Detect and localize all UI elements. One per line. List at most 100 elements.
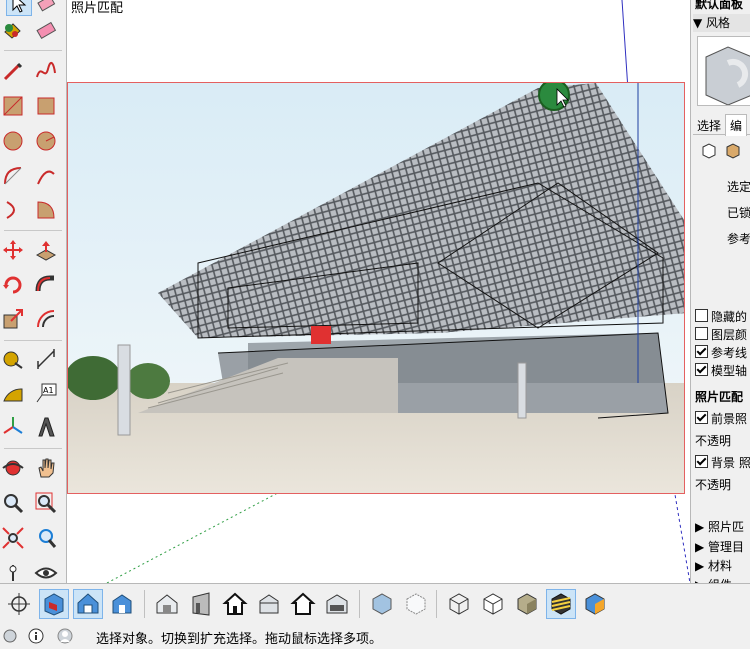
protractor-button[interactable] bbox=[0, 380, 26, 406]
xray-box-icon bbox=[372, 593, 392, 615]
tab-edit[interactable]: 编 bbox=[725, 114, 748, 136]
previous-view-button[interactable] bbox=[33, 525, 59, 551]
model-viewport[interactable]: 照片匹配 bbox=[67, 0, 690, 583]
user-account-icon[interactable] bbox=[57, 628, 73, 644]
dimension-tool-button[interactable] bbox=[33, 346, 59, 372]
pan-tool-button[interactable] bbox=[33, 455, 59, 481]
top-house-icon bbox=[77, 593, 99, 614]
guides-checkbox[interactable]: 参考线 bbox=[695, 344, 747, 361]
3d-text-button[interactable] bbox=[33, 414, 59, 440]
info-icon[interactable] bbox=[28, 628, 44, 644]
circle-tool-button[interactable] bbox=[0, 128, 26, 154]
eraser-icon bbox=[37, 0, 56, 12]
guides-label: 参考线 bbox=[711, 346, 748, 360]
collapsed-panel-outliner[interactable]: ▶ 管理目 bbox=[695, 538, 744, 555]
iso-view-button[interactable] bbox=[39, 589, 69, 619]
checkbox-unchecked[interactable] bbox=[695, 309, 708, 322]
collapsed-panel-photo-match[interactable]: ▶ 照片匹 bbox=[695, 518, 744, 535]
orbit-icon bbox=[2, 460, 24, 476]
back-edges-box-icon bbox=[406, 593, 426, 615]
freehand-tool-button[interactable] bbox=[33, 58, 59, 84]
entity-type-icons bbox=[701, 142, 745, 163]
axes-tool-button[interactable] bbox=[0, 414, 26, 440]
rotate-icon bbox=[3, 276, 22, 294]
collapsed-panel-components[interactable]: ▶ 组件 bbox=[695, 576, 732, 583]
scale-tool-button[interactable] bbox=[0, 306, 26, 332]
iso-outline-view-button[interactable] bbox=[152, 589, 182, 619]
camera-view-button[interactable] bbox=[4, 589, 34, 619]
rectangle-tool-button[interactable] bbox=[0, 93, 26, 119]
monochrome-style-button[interactable] bbox=[580, 589, 610, 619]
arc-icon bbox=[6, 201, 15, 219]
rotate-tool-button[interactable] bbox=[0, 272, 26, 298]
scale-icon bbox=[3, 309, 23, 329]
back-view-button[interactable] bbox=[254, 589, 284, 619]
shaded-textures-style-button[interactable] bbox=[546, 589, 576, 619]
tape-measure-button[interactable] bbox=[0, 346, 26, 372]
three-point-arc-button[interactable] bbox=[0, 197, 26, 223]
eraser-tool-button[interactable] bbox=[33, 0, 59, 16]
front-view-button[interactable] bbox=[107, 589, 137, 619]
hidden-line-style-button[interactable] bbox=[478, 589, 508, 619]
orbit-tool-button[interactable] bbox=[0, 455, 26, 481]
checkbox-checked[interactable] bbox=[695, 345, 708, 358]
checkbox-checked[interactable] bbox=[695, 455, 708, 468]
style-thumbnail[interactable] bbox=[697, 36, 750, 106]
xray-style-button[interactable] bbox=[367, 589, 397, 619]
crosshair-icon bbox=[8, 593, 30, 615]
arrow-cursor-icon bbox=[12, 0, 27, 13]
tab-select[interactable]: 选择 bbox=[693, 115, 725, 136]
hidden-geometry-label: 隐藏的 bbox=[711, 310, 748, 324]
arc-tool-button[interactable] bbox=[0, 163, 26, 189]
polygon-icon bbox=[36, 131, 56, 151]
zoom-window-button[interactable] bbox=[33, 490, 59, 516]
collapsed-panel-materials[interactable]: ▶ 材料 bbox=[695, 557, 732, 574]
foreground-photo-checkbox[interactable]: 前景照 bbox=[695, 410, 747, 427]
model-axes-checkbox[interactable]: 模型轴 bbox=[695, 362, 747, 379]
house-back-icon bbox=[259, 594, 279, 614]
previous-view-icon bbox=[39, 529, 57, 548]
collapsed-panel-label: 材料 bbox=[708, 559, 733, 573]
line-tool-button[interactable] bbox=[0, 58, 26, 84]
polygon-tool-button[interactable] bbox=[33, 128, 59, 154]
push-pull-button[interactable] bbox=[33, 237, 59, 263]
checkbox-checked[interactable] bbox=[695, 363, 708, 376]
rotated-rectangle-button[interactable] bbox=[33, 93, 59, 119]
wireframe-style-button[interactable] bbox=[444, 589, 474, 619]
top-view-button[interactable] bbox=[73, 589, 103, 619]
views-toolbar bbox=[0, 583, 750, 625]
move-icon bbox=[3, 240, 23, 260]
paint-bucket-button[interactable] bbox=[0, 17, 26, 43]
left-view-button[interactable] bbox=[288, 589, 318, 619]
right-view-button[interactable] bbox=[186, 589, 216, 619]
move-tool-button[interactable] bbox=[0, 237, 26, 263]
follow-me-button[interactable] bbox=[33, 272, 59, 298]
offset-icon bbox=[37, 310, 55, 328]
hidden-geometry-checkbox[interactable]: 隐藏的 bbox=[695, 308, 747, 325]
background-photo-checkbox[interactable]: 背景 照 bbox=[695, 454, 750, 471]
text-tool-button[interactable]: A1 bbox=[33, 380, 59, 406]
styles-panel-header[interactable]: ▼ 风格 bbox=[693, 14, 750, 32]
offset-tool-button[interactable] bbox=[33, 306, 59, 332]
checkbox-unchecked[interactable] bbox=[695, 327, 708, 340]
front-outline-view-button[interactable] bbox=[220, 589, 250, 619]
wireframe-box-icon bbox=[449, 593, 469, 615]
select-tool-button[interactable] bbox=[6, 0, 32, 16]
pie-tool-button[interactable] bbox=[33, 197, 59, 223]
shaded-style-button[interactable] bbox=[512, 589, 542, 619]
pie-icon bbox=[37, 201, 55, 219]
bottom-view-button[interactable] bbox=[322, 589, 352, 619]
eraser-tool-button-2[interactable] bbox=[33, 17, 59, 43]
layer-color-checkbox[interactable]: 图层颜 bbox=[695, 326, 747, 343]
expand-arrow-icon: ▶ bbox=[695, 520, 709, 534]
back-edges-style-button[interactable] bbox=[401, 589, 431, 619]
arc-icon bbox=[37, 170, 55, 185]
house-bottom-icon bbox=[326, 594, 348, 614]
geolocation-icon[interactable] bbox=[2, 628, 18, 644]
styles-header-label: 风格 bbox=[706, 16, 731, 30]
two-point-arc-button[interactable] bbox=[33, 163, 59, 189]
zoom-extents-button[interactable] bbox=[0, 525, 26, 551]
zoom-tool-button[interactable] bbox=[0, 490, 26, 516]
checkbox-checked[interactable] bbox=[695, 411, 708, 424]
photo-match-image bbox=[67, 82, 685, 494]
